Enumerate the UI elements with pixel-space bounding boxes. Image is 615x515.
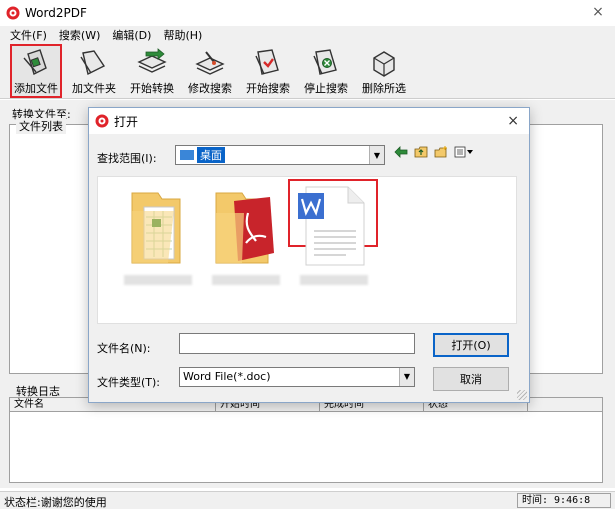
start-convert-label: 开始转换 bbox=[130, 82, 174, 95]
delete-selected-button[interactable]: 删除所选 bbox=[358, 44, 410, 98]
app-logo-icon bbox=[6, 6, 20, 20]
menu-file[interactable]: 文件(F) bbox=[4, 27, 53, 43]
new-folder-icon[interactable] bbox=[434, 146, 448, 158]
add-file-label: 添加文件 bbox=[14, 82, 58, 95]
view-menu-icon[interactable] bbox=[454, 146, 474, 158]
stop-search-label: 停止搜索 bbox=[304, 82, 348, 95]
file-type-label: 文件类型(T): bbox=[97, 376, 161, 389]
back-arrow-icon[interactable] bbox=[394, 146, 408, 158]
up-folder-icon[interactable] bbox=[414, 146, 428, 158]
add-folder-button[interactable]: 加文件夹 bbox=[68, 44, 120, 98]
modify-search-button[interactable]: 修改搜索 bbox=[184, 44, 236, 98]
log-table[interactable]: 文件名 开始时间 完成时间 状态 bbox=[9, 397, 603, 483]
dialog-title-bar: 打开 × bbox=[89, 108, 529, 134]
title-bar: Word2PDF × bbox=[0, 0, 615, 26]
menu-edit[interactable]: 编辑(D) bbox=[106, 27, 157, 43]
add-folder-label: 加文件夹 bbox=[72, 82, 116, 95]
file-caption bbox=[212, 275, 280, 285]
delete-selected-label: 删除所选 bbox=[362, 82, 406, 95]
status-time: 时间: 9:46:8 bbox=[517, 493, 611, 508]
dialog-close-button[interactable]: × bbox=[507, 113, 519, 129]
window-close-button[interactable]: × bbox=[591, 5, 605, 19]
add-file-button[interactable]: 添加文件 bbox=[10, 44, 62, 98]
file-caption bbox=[124, 275, 192, 285]
stop-search-button[interactable]: 停止搜索 bbox=[300, 44, 352, 98]
file-item-word-document[interactable] bbox=[288, 179, 378, 266]
cancel-button[interactable]: 取消 bbox=[433, 367, 509, 391]
file-browser-pane[interactable] bbox=[97, 176, 517, 324]
modify-search-icon bbox=[195, 51, 225, 75]
look-in-value: 桌面 bbox=[197, 147, 225, 163]
file-caption bbox=[300, 275, 368, 285]
pdf-folder-icon bbox=[215, 192, 274, 264]
start-search-label: 开始搜索 bbox=[246, 82, 290, 95]
start-convert-button[interactable]: 开始转换 bbox=[126, 44, 178, 98]
resize-grip[interactable] bbox=[517, 390, 527, 400]
toolbar: 添加文件 加文件夹 开始转换 修改搜索 开始搜索 停止搜索 删除所选 bbox=[0, 43, 615, 99]
add-folder-icon bbox=[80, 50, 106, 76]
file-item-excel-folder[interactable] bbox=[116, 183, 200, 293]
open-file-dialog: 打开 × 查找范围(I): 桌面 ▼ 文件名(N): 文件类型(T): Word… bbox=[88, 107, 530, 403]
start-search-icon bbox=[255, 49, 279, 75]
look-in-select[interactable]: 桌面 ▼ bbox=[175, 145, 385, 165]
add-file-icon bbox=[23, 49, 47, 75]
file-item-pdf-folder[interactable] bbox=[204, 183, 288, 293]
look-in-label: 查找范围(I): bbox=[97, 152, 157, 165]
delete-selected-icon bbox=[373, 51, 395, 77]
window-title: Word2PDF bbox=[25, 6, 87, 20]
file-name-input[interactable] bbox=[179, 333, 415, 354]
modify-search-label: 修改搜索 bbox=[188, 82, 232, 95]
file-list-title: 文件列表 bbox=[16, 118, 66, 134]
dialog-body: 查找范围(I): 桌面 ▼ 文件名(N): 文件类型(T): Word File… bbox=[89, 134, 529, 402]
open-button[interactable]: 打开(O) bbox=[433, 333, 509, 357]
dialog-logo-icon bbox=[95, 114, 109, 128]
dialog-nav-icons bbox=[394, 146, 474, 158]
desktop-icon bbox=[180, 150, 194, 160]
chevron-down-icon[interactable]: ▼ bbox=[369, 146, 384, 164]
start-convert-icon bbox=[137, 48, 167, 73]
dialog-title: 打开 bbox=[114, 114, 139, 129]
menu-bar: 文件(F) 搜索(W) 编辑(D) 帮助(H) bbox=[0, 26, 615, 43]
stop-search-icon bbox=[313, 49, 337, 75]
file-type-select[interactable]: Word File(*.doc) ▼ bbox=[179, 367, 415, 387]
word-document-icon bbox=[298, 186, 365, 266]
excel-folder-icon bbox=[131, 192, 181, 264]
file-name-label: 文件名(N): bbox=[97, 342, 151, 355]
menu-search[interactable]: 搜索(W) bbox=[53, 27, 106, 43]
status-text: 状态栏:谢谢您的使用 bbox=[4, 496, 107, 509]
chevron-down-icon[interactable]: ▼ bbox=[399, 368, 414, 386]
file-type-value: Word File(*.doc) bbox=[183, 370, 271, 383]
status-bar: 状态栏:谢谢您的使用 时间: 9:46:8 bbox=[0, 491, 615, 509]
start-search-button[interactable]: 开始搜索 bbox=[242, 44, 294, 98]
menu-help[interactable]: 帮助(H) bbox=[157, 27, 208, 43]
